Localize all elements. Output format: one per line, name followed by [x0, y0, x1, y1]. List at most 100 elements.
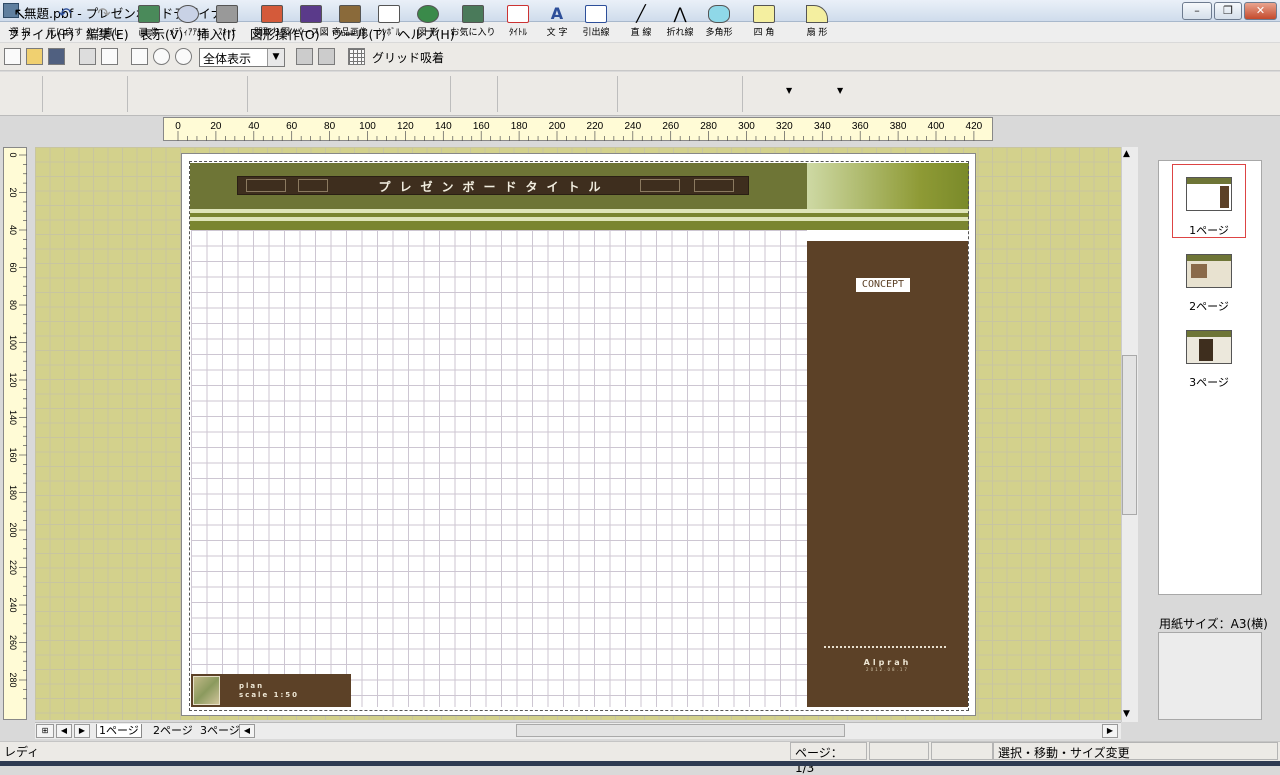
- ruler-label: 80: [324, 121, 336, 132]
- prev-tab-icon[interactable]: ◀: [56, 724, 72, 738]
- new-file-icon[interactable]: [4, 48, 21, 65]
- tool-select[interactable]: ↖ 選 択: [0, 3, 44, 43]
- vertical-ruler: 0 20 40 60 80 100 120 140 160 180 200 220 240 260 280: [3, 147, 27, 720]
- ruler-label: 120: [8, 372, 18, 387]
- tool-favorites[interactable]: お気に入り: [449, 3, 497, 43]
- tab-page-1[interactable]: 1ページ: [96, 724, 142, 738]
- maximize-icon[interactable]: ❐: [1214, 2, 1242, 20]
- status-ready: レディ: [4, 745, 40, 759]
- ruler-label: 200: [8, 522, 18, 537]
- print-icon[interactable]: [79, 48, 96, 65]
- ruler-label: 320: [776, 121, 793, 132]
- ruler-label: 140: [435, 121, 452, 132]
- toolbar-separator: [450, 76, 451, 112]
- toolbar-separator: [127, 76, 128, 112]
- next-tab-icon[interactable]: ▶: [74, 724, 90, 738]
- scroll-right-icon[interactable]: ▶: [1102, 724, 1118, 738]
- grid-snap-toggle[interactable]: グリッド吸着: [372, 49, 444, 66]
- chevron-down-icon[interactable]: ▼: [267, 49, 284, 66]
- ruler-label: 60: [286, 121, 298, 132]
- print-preview-icon[interactable]: [101, 48, 118, 65]
- ruler-label: 200: [549, 121, 566, 132]
- ruler-label: 140: [8, 410, 18, 425]
- scroll-up-icon[interactable]: ▲: [1123, 149, 1130, 159]
- tool-rectangle[interactable]: 四 角: [740, 3, 788, 43]
- tab-page-2[interactable]: 2ページ: [151, 724, 195, 738]
- ruler-label: 220: [8, 560, 18, 575]
- scroll-down-icon[interactable]: ▼: [1123, 709, 1130, 719]
- status-mode: 選択・移動・サイズ変更: [993, 742, 1278, 760]
- ruler-label: 160: [8, 447, 18, 462]
- vertical-scroll-thumb[interactable]: [1122, 355, 1137, 515]
- tool-leader-line[interactable]: 引出線: [572, 3, 620, 43]
- ruler-label: 340: [814, 121, 831, 132]
- toolbar-separator: [617, 76, 618, 112]
- save-icon[interactable]: [48, 48, 65, 65]
- status-page: ページ： 1/3: [790, 742, 867, 775]
- ruler-label: 0: [175, 121, 181, 132]
- status-empty: [931, 742, 993, 760]
- paper-size-label: 用紙サイズ：A3(横): [1159, 617, 1268, 631]
- horizontal-scroll-thumb[interactable]: [516, 724, 845, 737]
- ruler-label: 0: [8, 152, 18, 157]
- tool-scanner[interactable]: ｽｷｬﾅ: [203, 3, 251, 43]
- ruler-label: 280: [8, 672, 18, 687]
- chevron-down-icon[interactable]: ▼: [837, 86, 843, 95]
- horizontal-ruler: 0 20 40 60 80 100 120 140 160 180 200 220 240 260 280 3…: [163, 117, 993, 141]
- print-margin-frame: [189, 161, 969, 711]
- zoom-in-icon[interactable]: [153, 48, 170, 65]
- grid-icon[interactable]: [348, 48, 365, 65]
- ruler-label: 260: [8, 635, 18, 650]
- ruler-label: 300: [738, 121, 755, 132]
- bring-front-icon[interactable]: [296, 48, 313, 65]
- scroll-left-icon[interactable]: ◀: [239, 724, 255, 738]
- send-back-icon[interactable]: [318, 48, 335, 65]
- paper-info-panel: [1158, 632, 1262, 720]
- ruler-label: 240: [8, 597, 18, 612]
- ruler-label: 380: [890, 121, 907, 132]
- toolbar-separator: [497, 76, 498, 112]
- ruler-ticks: 0 20 40 60 80 100 120 140 160 180 200 220 240 260 280: [8, 152, 27, 700]
- grid-view-icon[interactable]: ⊞: [36, 724, 54, 738]
- ruler-label: 180: [8, 485, 18, 500]
- ruler-label: 120: [397, 121, 414, 132]
- fit-page-icon[interactable]: [131, 48, 148, 65]
- toolbar-separator: [42, 76, 43, 112]
- ruler-label: 20: [210, 121, 222, 132]
- close-icon[interactable]: ✕: [1244, 2, 1277, 20]
- open-folder-icon[interactable]: [26, 48, 43, 65]
- chevron-down-icon[interactable]: ▼: [786, 86, 792, 95]
- toolbar-separator: [247, 76, 248, 112]
- ruler-label: 100: [359, 121, 376, 132]
- ruler-ticks: 0 20 40 60 80 100 120 140 160 180 200 220 240 260 280 3…: [175, 121, 983, 141]
- ruler-label: 420: [966, 121, 983, 132]
- ruler-label: 280: [700, 121, 717, 132]
- standard-toolbar: [0, 43, 1280, 71]
- page-thumbnail-2[interactable]: [1186, 254, 1232, 288]
- ruler-label: 100: [8, 335, 18, 350]
- tool-palette: [0, 72, 1280, 116]
- taskbar: [0, 761, 1280, 766]
- tool-shape[interactable]: 図 形: [404, 3, 452, 43]
- zoom-out-icon[interactable]: [175, 48, 192, 65]
- page-thumbnail-label: 3ページ: [1189, 376, 1229, 389]
- page-thumbnail-1[interactable]: [1186, 177, 1232, 211]
- ruler-label: 160: [473, 121, 490, 132]
- toolbar-separator: [742, 76, 743, 112]
- status-empty: [869, 742, 929, 760]
- ruler-label: 360: [852, 121, 869, 132]
- page-thumbnail-3[interactable]: [1186, 330, 1232, 364]
- tab-page-3[interactable]: 3ページ: [198, 724, 242, 738]
- tool-redo[interactable]: ↷ やり直し: [80, 3, 128, 43]
- ruler-label: 180: [511, 121, 528, 132]
- tool-sector[interactable]: 扇 形: [793, 3, 841, 43]
- ruler-label: 220: [587, 121, 604, 132]
- ruler-label: 400: [928, 121, 945, 132]
- ruler-label: 40: [248, 121, 260, 132]
- ruler-label: 240: [624, 121, 641, 132]
- tool-polygon[interactable]: 多角形: [695, 3, 743, 43]
- minimize-icon[interactable]: –: [1182, 2, 1212, 20]
- ruler-label: 40: [8, 225, 18, 235]
- page-thumbnail-label: 1ページ: [1189, 224, 1229, 237]
- ruler-label: 60: [8, 262, 18, 272]
